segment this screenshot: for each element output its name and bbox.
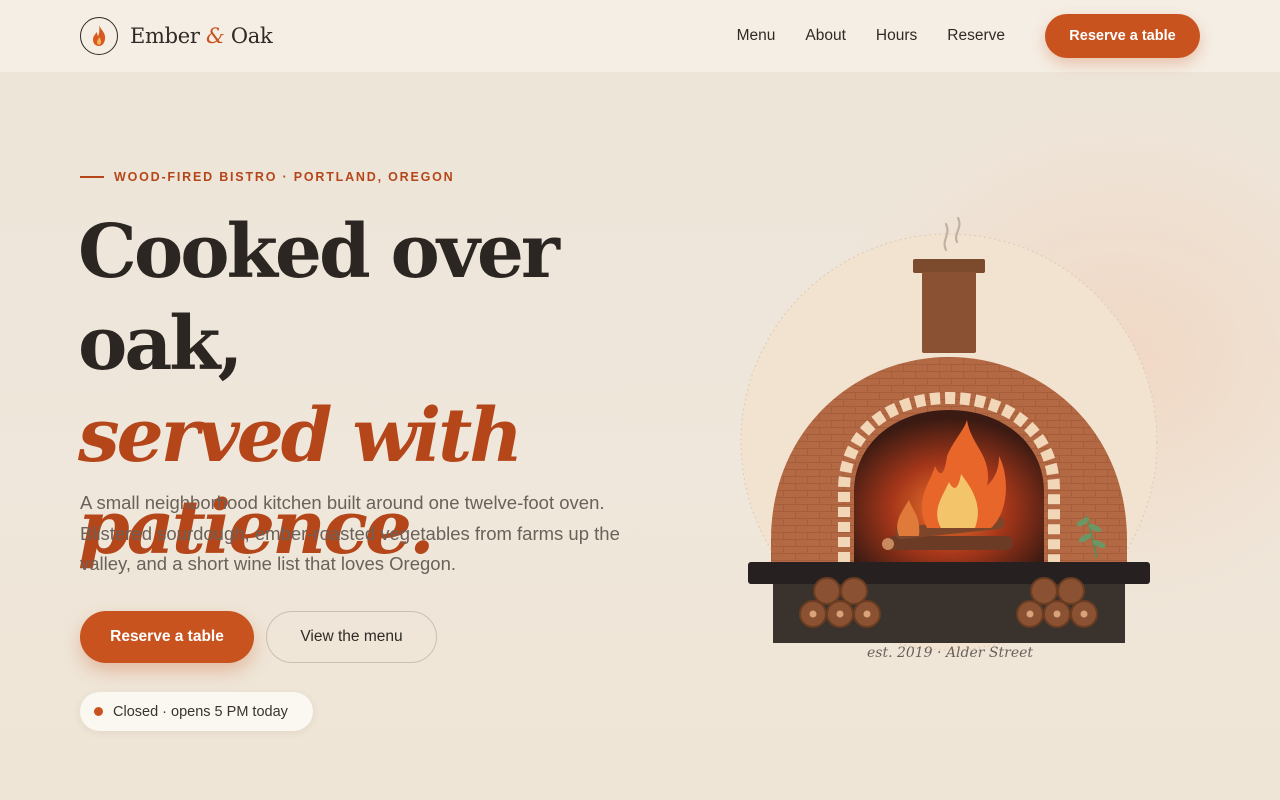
status-text: Closed · opens 5 PM today bbox=[113, 703, 288, 720]
flame-icon bbox=[80, 17, 118, 55]
eyebrow-rule bbox=[80, 176, 104, 178]
chimney bbox=[922, 272, 976, 353]
status-dot-icon bbox=[94, 707, 103, 716]
brand-ampersand: & bbox=[206, 24, 225, 48]
log-end bbox=[882, 538, 894, 550]
opening-status-badge: Closed · opens 5 PM today bbox=[80, 692, 313, 731]
view-menu-button[interactable]: View the menu bbox=[266, 611, 437, 663]
top-nav: Ember & Oak Menu About Hours Reserve Res… bbox=[0, 0, 1280, 72]
brand-name: Ember & Oak bbox=[130, 24, 273, 48]
reserve-table-button[interactable]: Reserve a table bbox=[80, 611, 254, 663]
nav-reserve-button[interactable]: Reserve a table bbox=[1045, 14, 1200, 58]
hero-description: A small neighborhood kitchen built aroun… bbox=[80, 492, 620, 574]
nav-link-about[interactable]: About bbox=[805, 27, 846, 45]
hero-eyebrow: WOOD-FIRED BISTRO · PORTLAND, OREGON bbox=[80, 170, 454, 184]
hearth-slab bbox=[748, 562, 1150, 584]
oven-illustration bbox=[735, 210, 1165, 680]
illustration-caption: est. 2019 · Alder Street bbox=[866, 645, 1034, 661]
brand-name-left: Ember bbox=[130, 24, 200, 48]
nav-link-reserve[interactable]: Reserve bbox=[947, 27, 1005, 45]
brand-name-right: Oak bbox=[230, 24, 273, 48]
chimney-cap bbox=[913, 259, 985, 273]
eyebrow-text: WOOD-FIRED BISTRO · PORTLAND, OREGON bbox=[114, 170, 455, 184]
brand-logo[interactable]: Ember & Oak bbox=[80, 17, 273, 55]
headline-line-1: Cooked over oak, bbox=[78, 209, 560, 387]
nav-link-menu[interactable]: Menu bbox=[737, 27, 776, 45]
headline-line-2: served with bbox=[78, 393, 523, 479]
nav-links: Menu About Hours Reserve bbox=[737, 27, 1005, 45]
nav-link-hours[interactable]: Hours bbox=[876, 27, 917, 45]
